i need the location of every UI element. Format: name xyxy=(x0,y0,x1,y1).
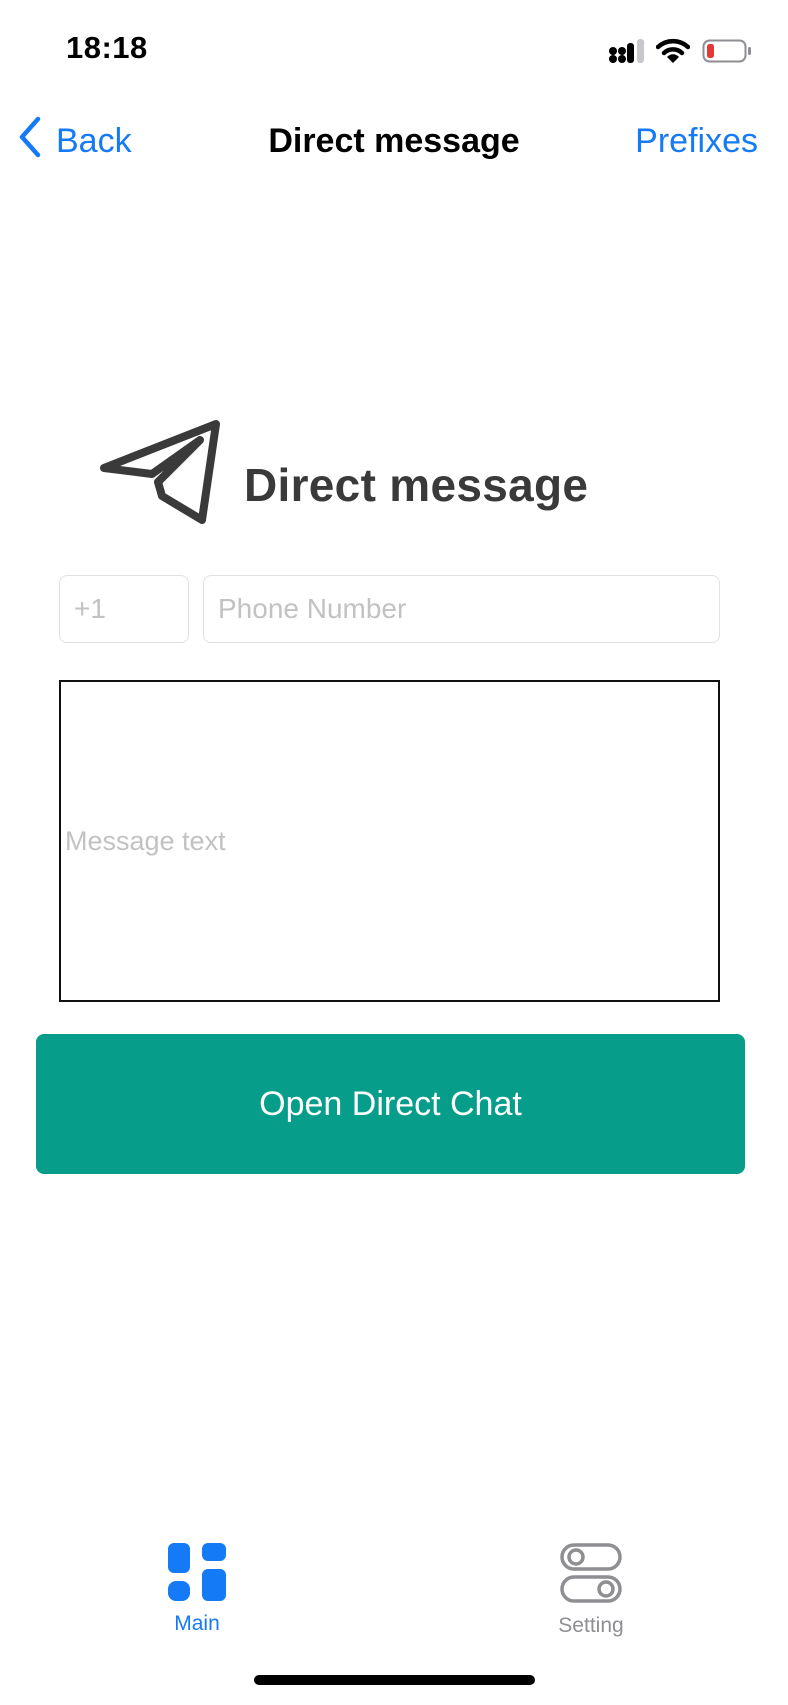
status-icons xyxy=(608,36,752,66)
tab-main[interactable]: Main xyxy=(122,1543,272,1636)
phone-number-input[interactable] xyxy=(203,575,720,643)
toggles-icon xyxy=(560,1543,622,1608)
wifi-icon xyxy=(656,38,690,64)
back-label: Back xyxy=(56,121,132,160)
tab-setting-label: Setting xyxy=(558,1614,624,1637)
open-direct-chat-label: Open Direct Chat xyxy=(259,1084,522,1123)
message-placeholder: Message text xyxy=(65,825,226,856)
cellular-signal-icon xyxy=(608,38,644,64)
paper-plane-icon xyxy=(96,420,226,532)
tab-main-label: Main xyxy=(174,1612,220,1635)
status-time: 18:18 xyxy=(66,30,148,65)
battery-low-icon xyxy=(702,38,752,64)
chevron-left-icon xyxy=(18,116,42,167)
hero-title: Direct message xyxy=(244,459,589,511)
message-textarea[interactable]: Message text xyxy=(59,680,720,1002)
page-title: Direct message xyxy=(268,122,520,160)
prefixes-button[interactable]: Prefixes xyxy=(635,118,758,164)
grid-icon xyxy=(168,1543,226,1606)
home-indicator[interactable] xyxy=(254,1675,535,1685)
open-direct-chat-button[interactable]: Open Direct Chat xyxy=(36,1034,745,1174)
tab-setting[interactable]: Setting xyxy=(516,1543,666,1638)
back-button[interactable]: Back xyxy=(18,116,132,167)
country-prefix-input[interactable] xyxy=(59,575,189,643)
